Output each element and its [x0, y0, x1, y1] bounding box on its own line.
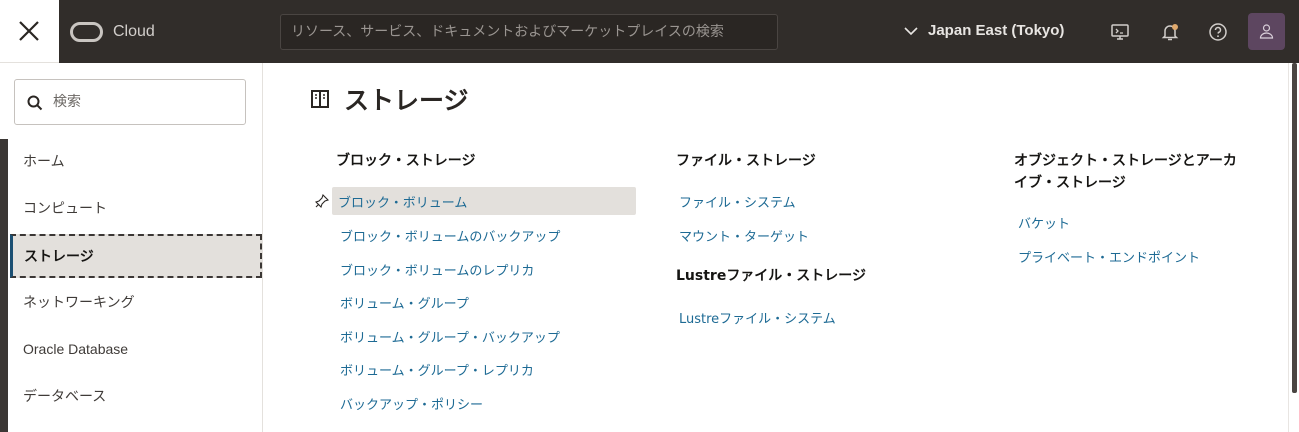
oracle-cloud-logo[interactable]: Cloud	[70, 22, 155, 42]
sidebar-scrollbar[interactable]	[0, 139, 8, 432]
close-icon	[19, 21, 39, 41]
cloud-logo-icon	[70, 22, 103, 42]
main-scrollbar-thumb[interactable]	[1292, 63, 1297, 393]
sidebar-item-home[interactable]: ホーム	[10, 139, 262, 183]
link-backup-policies[interactable]: バックアップ・ポリシー	[340, 390, 483, 416]
navigation-sidebar: ホーム コンピュート ストレージ ネットワーキング Oracle Databas…	[0, 63, 263, 432]
object-storage-heading-line2: イブ・ストレージ	[1014, 175, 1126, 191]
region-label: Japan East (Tokyo)	[928, 22, 1065, 39]
storage-icon	[311, 90, 329, 108]
close-menu-button[interactable]	[0, 0, 59, 63]
top-header: Cloud Japan East (Tokyo)	[0, 0, 1299, 63]
link-file-systems[interactable]: ファイル・システム	[679, 188, 796, 214]
sidebar-item-networking[interactable]: ネットワーキング	[10, 280, 262, 324]
cloud-shell-icon[interactable]	[1110, 22, 1130, 42]
link-private-endpoints[interactable]: プライベート・エンドポイント	[1018, 243, 1200, 269]
link-mount-targets[interactable]: マウント・ターゲット	[679, 222, 809, 248]
main-scrollbar[interactable]	[1288, 63, 1299, 432]
link-buckets[interactable]: バケット	[1018, 209, 1070, 235]
object-storage-heading: オブジェクト・ストレージとアーカ イブ・ストレージ	[1014, 150, 1237, 194]
logo-text: Cloud	[113, 23, 155, 40]
chevron-down-icon	[904, 26, 918, 35]
sidebar-item-storage[interactable]: ストレージ	[10, 234, 262, 278]
link-block-volume-replicas[interactable]: ブロック・ボリュームのレプリカ	[340, 256, 534, 282]
lustre-storage-heading: Lustreファイル・ストレージ	[676, 268, 867, 284]
link-block-volumes[interactable]: ブロック・ボリューム	[332, 187, 636, 215]
bell-icon[interactable]	[1160, 22, 1180, 42]
region-selector[interactable]: Japan East (Tokyo)	[904, 22, 1064, 39]
link-lustre-file-systems[interactable]: Lustreファイル・システム	[679, 304, 836, 330]
global-search[interactable]	[280, 14, 778, 50]
search-icon	[27, 95, 43, 111]
user-icon	[1259, 24, 1274, 39]
pin-icon[interactable]	[315, 194, 329, 208]
link-volume-group-replicas[interactable]: ボリューム・グループ・レプリカ	[340, 356, 534, 382]
storage-menu-panel: ストレージ ブロック・ストレージ ブロック・ボリューム ブロック・ボリュームのバ…	[264, 63, 1288, 432]
page-title-text: ストレージ	[344, 86, 469, 115]
file-storage-heading: ファイル・ストレージ	[676, 153, 816, 169]
object-storage-heading-line1: オブジェクト・ストレージとアーカ	[1014, 153, 1237, 169]
sidebar-item-compute[interactable]: コンピュート	[10, 186, 262, 230]
sidebar-search-input[interactable]	[53, 80, 233, 124]
link-volume-groups[interactable]: ボリューム・グループ	[340, 289, 469, 315]
profile-avatar[interactable]	[1248, 13, 1285, 50]
global-search-input[interactable]	[281, 15, 777, 49]
sidebar-item-oracle-database[interactable]: Oracle Database	[10, 327, 262, 371]
link-volume-group-backups[interactable]: ボリューム・グループ・バックアップ	[340, 323, 560, 349]
sidebar-item-databases[interactable]: データベース	[10, 374, 262, 418]
link-block-volume-backups[interactable]: ブロック・ボリュームのバックアップ	[340, 222, 560, 248]
block-storage-heading: ブロック・ストレージ	[336, 153, 476, 169]
page-title: ストレージ	[310, 81, 469, 117]
help-icon[interactable]	[1208, 22, 1228, 42]
sidebar-search[interactable]	[14, 79, 246, 125]
